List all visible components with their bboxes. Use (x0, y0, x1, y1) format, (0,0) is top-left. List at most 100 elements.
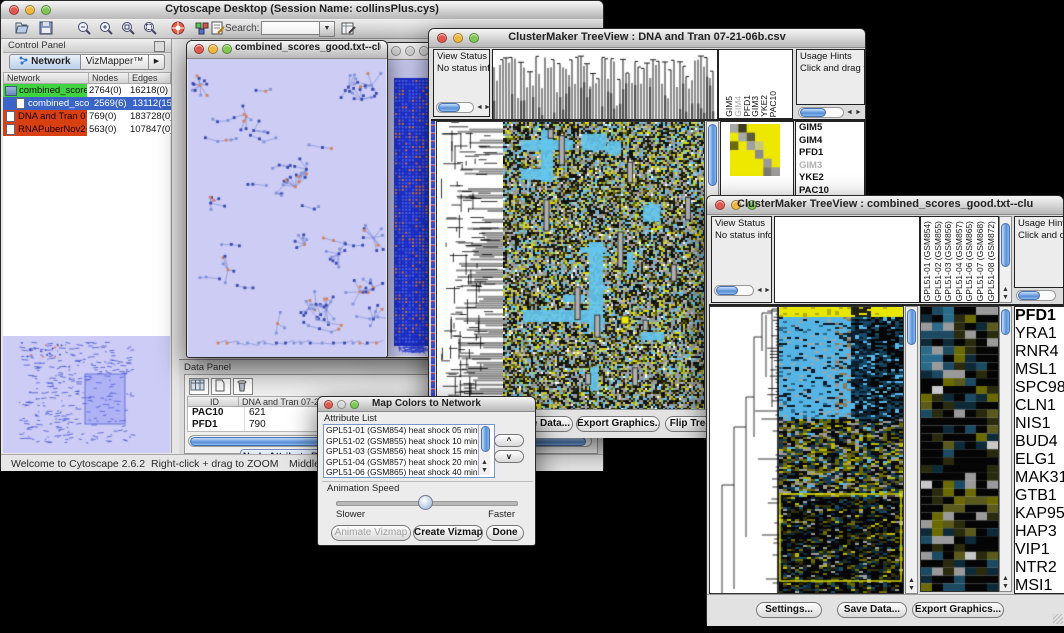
close-button[interactable] (391, 46, 401, 56)
float-panel-icon[interactable] (154, 41, 165, 52)
treeview2-title-bar[interactable]: ClusterMaker TreeView : combined_scores_… (707, 196, 1063, 215)
minimize-button[interactable] (405, 46, 415, 56)
scroll-right-icon[interactable]: ► (484, 104, 490, 111)
network-table-row[interactable]: RNAPuberNov2+!563(0)107847(0) (3, 123, 171, 136)
gene-label[interactable]: PFD1 (1015, 307, 1064, 325)
scroll-left-icon[interactable]: ◄ (756, 287, 763, 294)
animate-vizmap-button[interactable]: Animate Vizmap (331, 525, 411, 541)
scroll-up-icon[interactable]: ▲ (1000, 286, 1011, 293)
zoom-in-icon[interactable] (99, 21, 117, 37)
gene-label[interactable]: KAP95 (1015, 505, 1064, 523)
birds-eye-view[interactable] (3, 336, 170, 453)
save-icon[interactable] (39, 21, 57, 37)
gene-label[interactable]: PFD1 (796, 147, 864, 160)
row-dendrogram[interactable] (436, 121, 503, 436)
gene-label[interactable]: YRA1 (1015, 325, 1064, 343)
view-status-hscrollbar[interactable] (714, 285, 754, 296)
gene-label[interactable]: GIM5 (796, 122, 864, 135)
resize-grip[interactable] (1053, 614, 1063, 624)
import-table-icon[interactable] (341, 21, 359, 37)
new-attribute-icon[interactable] (211, 378, 231, 395)
attribute-list-item[interactable]: GPL51-03 (GSM856) heat shock 15 min (324, 446, 494, 457)
scroll-up-icon[interactable]: ▲ (479, 459, 490, 466)
network-table-row[interactable]: DNA and Tran 07769(0)183728(0) (3, 110, 171, 123)
scroll-left-icon[interactable]: ◄ (846, 109, 853, 116)
scroll-right-icon[interactable]: ► (855, 109, 862, 116)
delete-attribute-icon[interactable] (233, 378, 253, 395)
scroll-down-icon[interactable]: ▼ (906, 585, 917, 592)
scroll-down-icon[interactable]: ▼ (479, 467, 490, 474)
scroll-right-icon[interactable]: ► (764, 287, 771, 294)
correlation-matrix-thumbnail[interactable] (730, 124, 780, 176)
search-dropdown-arrow-icon[interactable]: ▼ (319, 21, 335, 37)
export-graphics-button[interactable]: Export Graphics... (912, 602, 1004, 618)
minimize-button[interactable] (337, 400, 346, 409)
attribute-list[interactable]: GPL51-01 (GSM854) heat shock 05 minGPL51… (323, 424, 495, 478)
usage-hints-hscrollbar[interactable] (798, 107, 844, 118)
zoom-vscrollbar[interactable]: ▲ ▼ (999, 306, 1012, 592)
network-tree-empty-area[interactable] (3, 136, 170, 337)
global-heatmap[interactable] (779, 306, 904, 594)
gene-label[interactable]: HAP3 (1015, 523, 1064, 541)
search-input[interactable] (261, 21, 323, 35)
column-label[interactable]: GPL51-06 (GSM865) (965, 221, 974, 301)
close-button[interactable] (715, 200, 725, 210)
scroll-down-icon[interactable]: ▼ (1000, 294, 1011, 301)
gene-label[interactable]: GIM4 (796, 135, 864, 148)
gene-label[interactable]: GTB1 (1015, 487, 1064, 505)
network-table-row[interactable]: combined_scores2764(0)16218(0) (3, 84, 171, 97)
column-label[interactable]: GPL51-03 (GSM856) (944, 221, 953, 301)
gene-label[interactable]: GIM3 (796, 160, 864, 173)
select-attributes-icon[interactable] (189, 378, 209, 395)
network-table-row[interactable]: combined_sco2569(6)13112(15) (3, 97, 171, 110)
column-label[interactable]: GPL51-01 (GSM854) (923, 221, 932, 301)
help-icon[interactable] (171, 21, 189, 37)
tab-vizmapper[interactable]: VizMapper™ (81, 54, 149, 70)
move-up-button[interactable]: ^ (494, 434, 524, 447)
usage-hints-hscrollbar[interactable] (1016, 290, 1056, 301)
scroll-up-icon[interactable]: ▲ (906, 577, 917, 584)
zoom-selected-icon[interactable] (121, 21, 139, 37)
gene-label[interactable]: RNR4 (1015, 343, 1064, 361)
zoom-window-button[interactable] (222, 44, 232, 54)
create-vizmap-button[interactable]: Create Vizmap (413, 525, 483, 541)
treeview1-title-bar[interactable]: ClusterMaker TreeView : DNA and Tran 07-… (429, 29, 865, 48)
attribute-list-vscrollbar[interactable]: ▲ ▼ (478, 425, 490, 475)
scroll-up-icon[interactable]: ▲ (1000, 575, 1011, 582)
column-label[interactable]: GPL51-08 (GSM872) (987, 221, 996, 301)
close-button[interactable] (194, 44, 204, 54)
open-file-icon[interactable] (15, 21, 33, 37)
minimize-button[interactable] (208, 44, 218, 54)
close-button[interactable] (437, 33, 447, 43)
attribute-list-item[interactable]: GPL51-06 (GSM865) heat shock 40 min (324, 467, 494, 478)
animation-speed-slider-thumb[interactable] (418, 495, 433, 510)
network-canvas[interactable] (188, 59, 386, 357)
column-label[interactable]: PAC10 (769, 91, 778, 117)
global-heatmap[interactable] (503, 121, 705, 436)
settings-button[interactable]: Settings... (756, 602, 822, 618)
column-label[interactable]: GPL51-04 (GSM857) (955, 221, 964, 301)
attribute-list-item[interactable]: GPL51-07 (GSM868) heat shock 60 min (324, 478, 494, 479)
gene-label[interactable]: BUD4 (1015, 433, 1064, 451)
heatmap-vscrollbar[interactable]: ▲ ▼ (905, 306, 918, 594)
treeview2-column-tree-area[interactable] (774, 216, 920, 303)
gene-label[interactable]: MSI1 (1015, 577, 1064, 594)
tab-network[interactable]: Network (9, 54, 81, 70)
zoom-fit-icon[interactable] (143, 21, 161, 37)
view-status-hscrollbar[interactable] (436, 102, 474, 113)
column-labels-vscrollbar[interactable]: ▲ ▼ (999, 216, 1012, 303)
column-label[interactable]: GPL51-02 (GSM855) (934, 221, 943, 301)
close-button[interactable] (324, 400, 333, 409)
attribute-list-item[interactable]: GPL51-02 (GSM855) heat shock 10 min (324, 436, 494, 447)
gene-label[interactable]: NIS1 (1015, 415, 1064, 433)
scroll-left-icon[interactable]: ◄ (476, 104, 483, 111)
column-label[interactable]: GPL51-07 (GSM868) (976, 221, 985, 301)
gene-label[interactable]: ELG1 (1015, 451, 1064, 469)
tab-overflow-arrow[interactable]: ▶ (149, 54, 165, 70)
row-dendrogram[interactable] (709, 306, 779, 594)
network-title-bar[interactable]: combined_scores_good.txt--cluste... (187, 41, 387, 59)
dialog-title-bar[interactable]: Map Colors to Network (318, 397, 535, 412)
gene-label[interactable]: MAK31 (1015, 469, 1064, 487)
zoomed-heatmap[interactable] (920, 306, 999, 592)
gene-label[interactable]: NTR2 (1015, 559, 1064, 577)
